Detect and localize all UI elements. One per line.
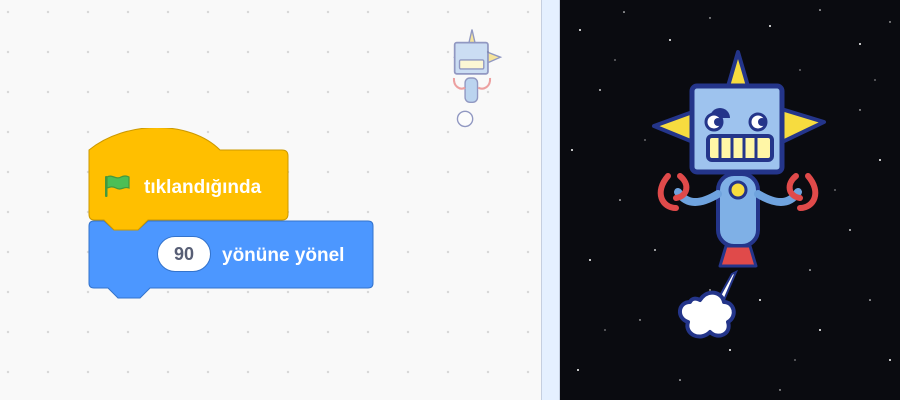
script-stack[interactable]: tıklandığında 90 yönüne yönel: [88, 128, 388, 308]
robot-sprite-thumbnail-icon: [452, 29, 503, 128]
hat-block-label: tıklandığında: [144, 177, 262, 198]
direction-input[interactable]: 90: [157, 236, 211, 272]
code-area[interactable]: tıklandığında 90 yönüne yönel: [0, 0, 541, 400]
code-stage-divider[interactable]: [541, 0, 560, 400]
green-flag-icon: [105, 175, 130, 197]
motion-block-label: yönüne yönel: [222, 245, 345, 266]
robot-sprite[interactable]: [648, 44, 828, 344]
stage[interactable]: [560, 0, 900, 400]
block-shapes: [88, 128, 374, 299]
